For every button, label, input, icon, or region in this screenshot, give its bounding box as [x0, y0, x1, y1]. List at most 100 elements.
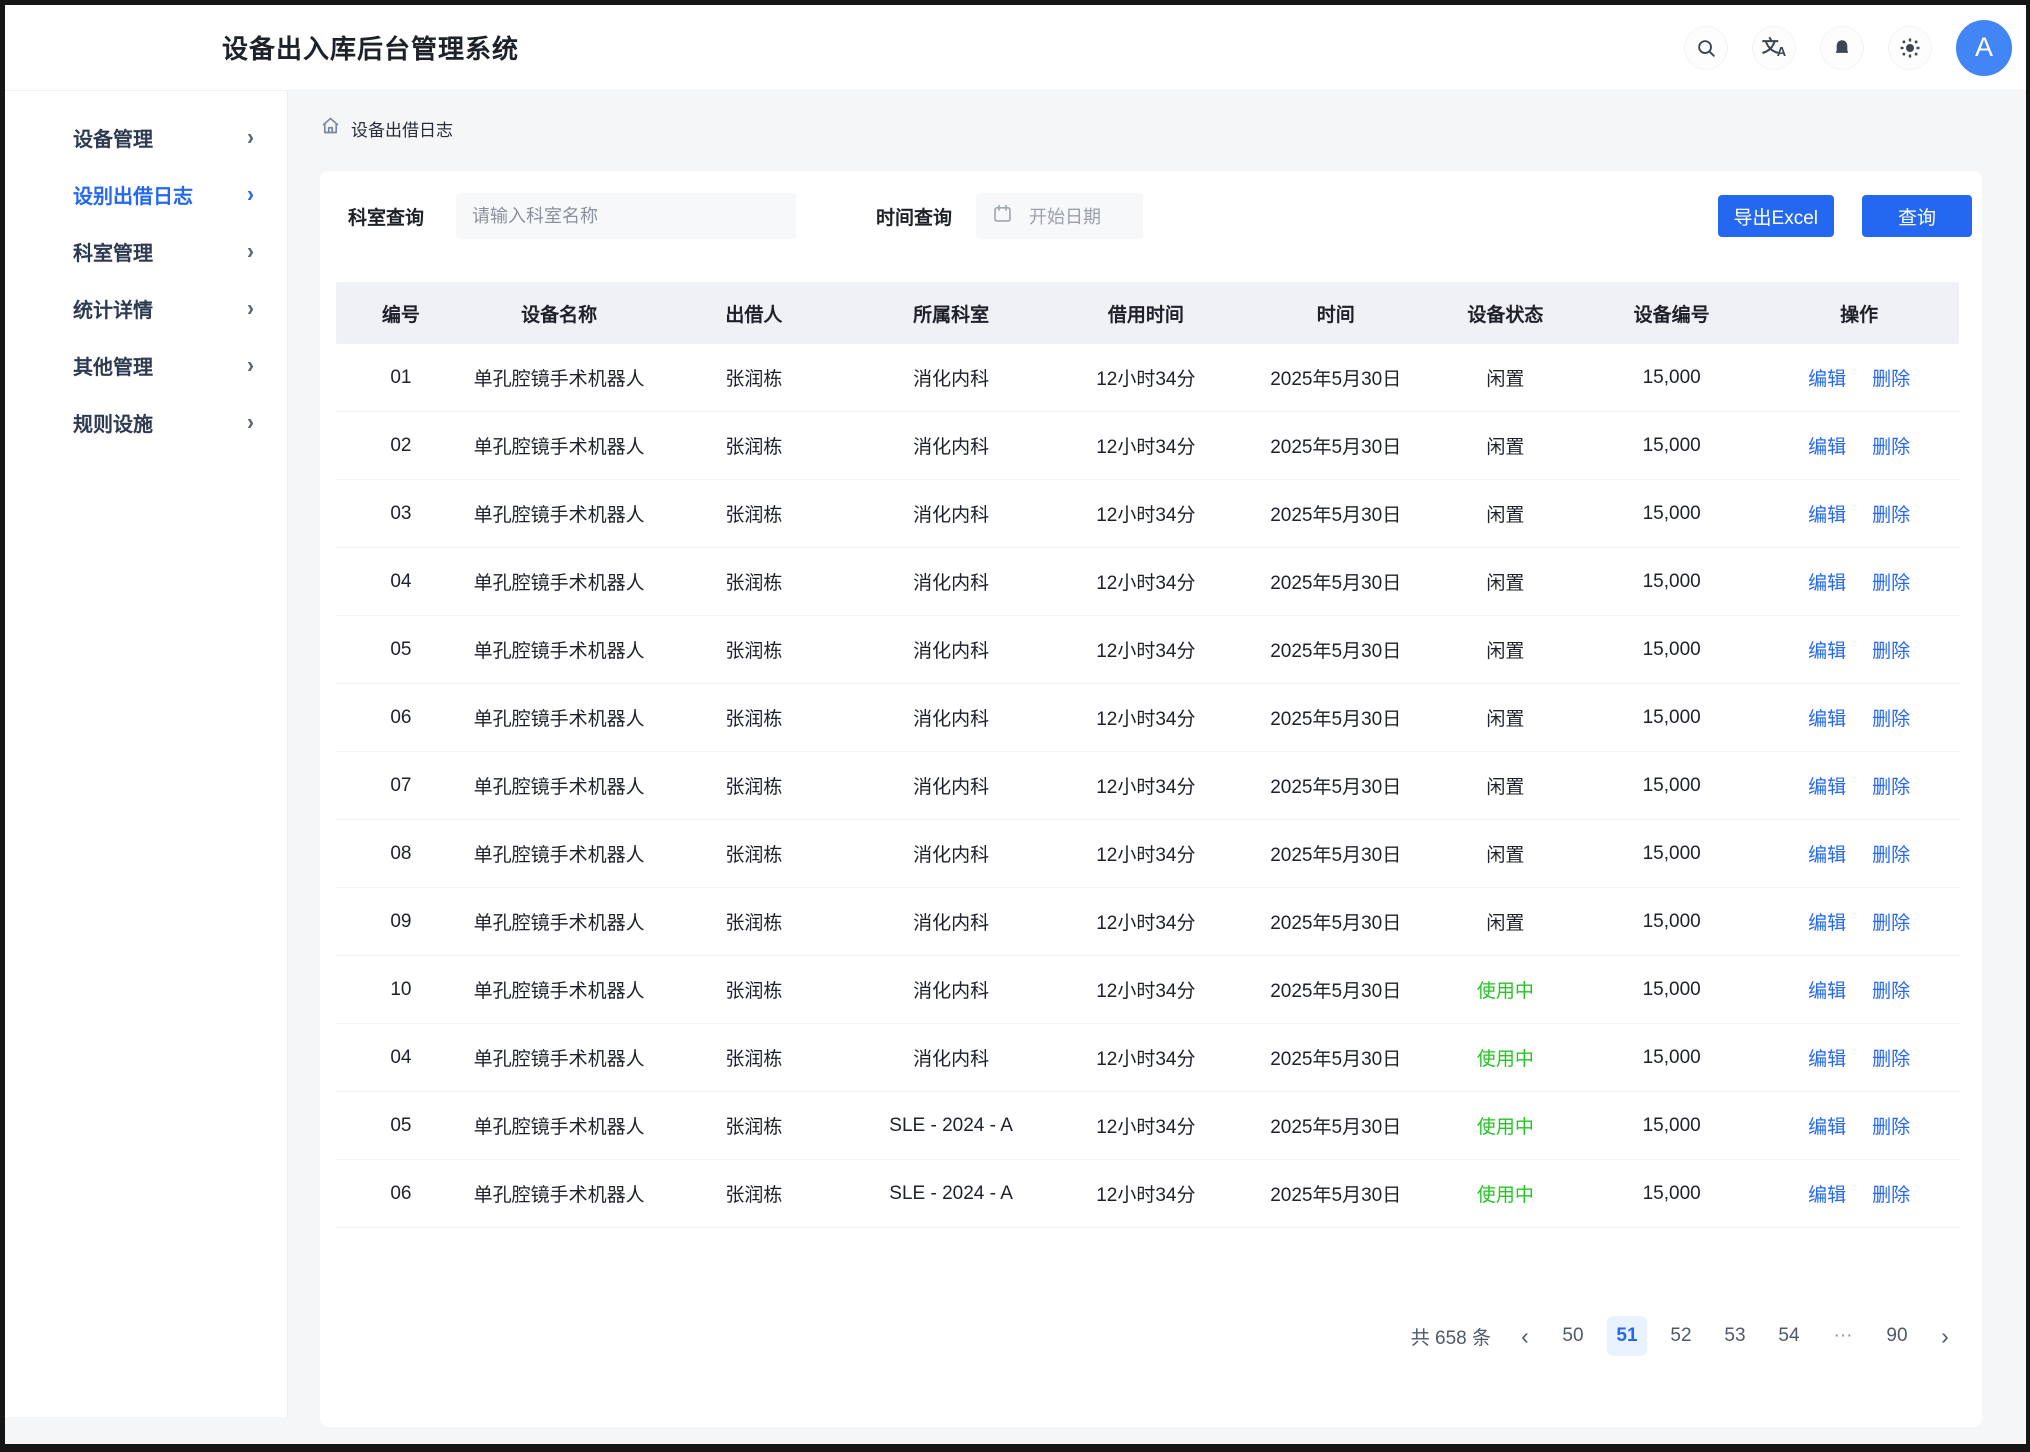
edit-button[interactable]: 编辑 [1808, 840, 1846, 867]
edit-button[interactable]: 编辑 [1808, 568, 1846, 595]
column-header: 出借人 [652, 300, 855, 327]
cell-actions: 编辑删除 [1759, 908, 1959, 935]
delete-button[interactable]: 删除 [1872, 840, 1910, 867]
cell-date: 2025年5月30日 [1245, 772, 1427, 799]
page-ellipsis: ··· [1823, 1316, 1863, 1356]
table-row: 04单孔腔镜手术机器人张润栋消化内科12小时34分2025年5月30日闲置15,… [336, 548, 1959, 616]
notification-bell-icon [1831, 37, 1853, 59]
cell-device-name: 单孔腔镜手术机器人 [466, 568, 653, 595]
edit-button[interactable]: 编辑 [1808, 1044, 1846, 1071]
next-page-button[interactable]: › [1931, 1323, 1959, 1350]
search-icon [1695, 37, 1717, 59]
cell-lender: 张润栋 [652, 1180, 855, 1207]
cell-device-name: 单孔腔镜手术机器人 [466, 432, 653, 459]
sidebar-item-statistics-detail[interactable]: 统计详情› [5, 280, 287, 337]
edit-button[interactable]: 编辑 [1808, 1180, 1846, 1207]
cell-id: 04 [336, 1047, 466, 1069]
dept-search-input[interactable] [456, 193, 796, 239]
content-card: 科室查询 时间查询 开始日期 导出Excel 查询 [320, 171, 1982, 1427]
delete-button[interactable]: 删除 [1872, 1112, 1910, 1139]
column-header: 时间 [1245, 300, 1427, 327]
cell-date: 2025年5月30日 [1245, 908, 1427, 935]
cell-department: 消化内科 [855, 908, 1047, 935]
query-button[interactable]: 查询 [1862, 195, 1972, 237]
main-content: 设备出借日志 科室查询 时间查询 开始日期 导出 [289, 91, 2026, 1444]
status-badge: 闲置 [1427, 364, 1584, 391]
page-button[interactable]: 50 [1553, 1316, 1593, 1356]
cell-id: 10 [336, 979, 466, 1001]
top-header: 设备出入库后台管理系统 文A [5, 5, 2026, 91]
edit-button[interactable]: 编辑 [1808, 364, 1846, 391]
edit-button[interactable]: 编辑 [1808, 1112, 1846, 1139]
export-excel-button[interactable]: 导出Excel [1718, 195, 1834, 237]
cell-lender: 张润栋 [652, 908, 855, 935]
user-avatar[interactable]: A [1956, 20, 2012, 76]
table-row: 09单孔腔镜手术机器人张润栋消化内科12小时34分2025年5月30日闲置15,… [336, 888, 1959, 956]
header-actions: 文A [1684, 20, 2012, 76]
cell-lender: 张润栋 [652, 364, 855, 391]
delete-button[interactable]: 删除 [1872, 364, 1910, 391]
chevron-right-icon: › [247, 238, 254, 264]
page-button[interactable]: 54 [1769, 1316, 1809, 1356]
prev-page-button[interactable]: ‹ [1511, 1323, 1539, 1350]
page-button[interactable]: 51 [1607, 1316, 1647, 1356]
delete-button[interactable]: 删除 [1872, 568, 1910, 595]
search-button[interactable] [1684, 26, 1728, 70]
cell-department: 消化内科 [855, 976, 1047, 1003]
edit-button[interactable]: 编辑 [1808, 500, 1846, 527]
delete-button[interactable]: 删除 [1872, 636, 1910, 663]
page-button[interactable]: 52 [1661, 1316, 1701, 1356]
edit-button[interactable]: 编辑 [1808, 636, 1846, 663]
cell-id: 08 [336, 843, 466, 865]
page-button[interactable]: 53 [1715, 1316, 1755, 1356]
sidebar-item-device-lend-log[interactable]: 设别出借日志› [5, 166, 287, 223]
sidebar-item-department-management[interactable]: 科室管理› [5, 223, 287, 280]
cell-duration: 12小时34分 [1047, 772, 1245, 799]
cell-lender: 张润栋 [652, 772, 855, 799]
app-window: 设备出入库后台管理系统 文A [5, 5, 2026, 1444]
delete-button[interactable]: 删除 [1872, 772, 1910, 799]
column-header: 所属科室 [855, 300, 1047, 327]
sidebar-item-rule-settings[interactable]: 规则设施› [5, 394, 287, 451]
page-button[interactable]: 90 [1877, 1316, 1917, 1356]
delete-button[interactable]: 删除 [1872, 432, 1910, 459]
delete-button[interactable]: 删除 [1872, 1044, 1910, 1071]
cell-device-name: 单孔腔镜手术机器人 [466, 840, 653, 867]
status-badge: 闲置 [1427, 772, 1584, 799]
pagination-pages: 50 51 52 53 54 ··· 90 [1553, 1316, 1917, 1356]
cell-duration: 12小时34分 [1047, 432, 1245, 459]
delete-button[interactable]: 删除 [1872, 500, 1910, 527]
edit-button[interactable]: 编辑 [1808, 432, 1846, 459]
delete-button[interactable]: 删除 [1872, 704, 1910, 731]
pagination-total: 共 658 条 [1411, 1323, 1491, 1350]
sidebar-item-device-management[interactable]: 设备管理› [5, 109, 287, 166]
cell-actions: 编辑删除 [1759, 500, 1959, 527]
edit-button[interactable]: 编辑 [1808, 976, 1846, 1003]
notification-button[interactable] [1820, 26, 1864, 70]
edit-button[interactable]: 编辑 [1808, 704, 1846, 731]
start-date-input[interactable]: 开始日期 [976, 193, 1143, 239]
cell-date: 2025年5月30日 [1245, 976, 1427, 1003]
edit-button[interactable]: 编辑 [1808, 772, 1846, 799]
cell-department: 消化内科 [855, 772, 1047, 799]
cell-device-code: 15,000 [1584, 979, 1759, 1001]
delete-button[interactable]: 删除 [1872, 1180, 1910, 1207]
cell-date: 2025年5月30日 [1245, 840, 1427, 867]
edit-button[interactable]: 编辑 [1808, 908, 1846, 935]
sidebar-item-other-management[interactable]: 其他管理› [5, 337, 287, 394]
cell-id: 05 [336, 639, 466, 661]
language-button[interactable]: 文A [1752, 26, 1796, 70]
table-row: 03单孔腔镜手术机器人张润栋消化内科12小时34分2025年5月30日闲置15,… [336, 480, 1959, 548]
cell-duration: 12小时34分 [1047, 1112, 1245, 1139]
cell-device-name: 单孔腔镜手术机器人 [466, 772, 653, 799]
delete-button[interactable]: 删除 [1872, 976, 1910, 1003]
translate-icon: 文A [1762, 38, 1786, 58]
sidebar-menu: 设备管理›设别出借日志›科室管理›统计详情›其他管理›规则设施› [5, 91, 288, 1417]
cell-device-code: 15,000 [1584, 1183, 1759, 1205]
theme-button[interactable] [1888, 26, 1932, 70]
cell-device-code: 15,000 [1584, 367, 1759, 389]
column-header: 借用时间 [1047, 300, 1245, 327]
cell-department: 消化内科 [855, 568, 1047, 595]
delete-button[interactable]: 删除 [1872, 908, 1910, 935]
column-header: 设备状态 [1427, 300, 1584, 327]
